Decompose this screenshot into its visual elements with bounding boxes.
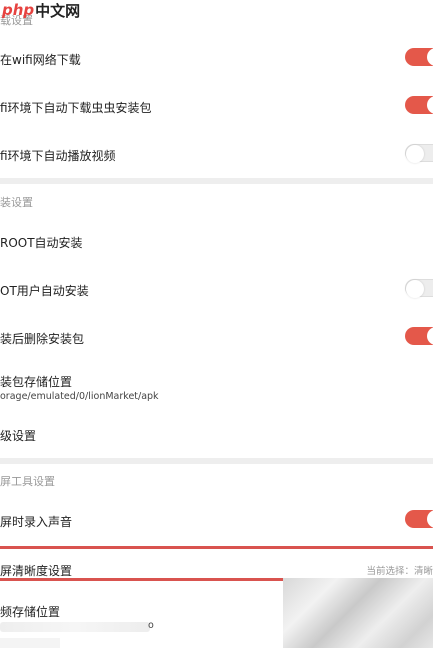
- toggle-knob: [427, 510, 433, 528]
- section-divider: [0, 458, 433, 464]
- setting-clarity-label[interactable]: 屏清晰度设置: [0, 562, 72, 579]
- wifi-only-download-toggle[interactable]: [405, 48, 433, 66]
- site-watermark-logo: php 中文网: [2, 0, 80, 20]
- record-audio-toggle[interactable]: [405, 510, 433, 528]
- blurred-text: [0, 638, 60, 648]
- delete-after-install-toggle[interactable]: [405, 327, 433, 345]
- accent-divider-top: [0, 546, 433, 549]
- setting-video-storage-label[interactable]: 频存储位置: [0, 603, 60, 620]
- toggle-knob: [427, 96, 433, 114]
- clarity-current-value: 当前选择：清晰: [366, 566, 433, 577]
- section-header-install: 装设置: [0, 196, 33, 209]
- auto-play-video-toggle[interactable]: [405, 144, 433, 163]
- setting-auto-play-video-label: fi环境下自动播放视频: [0, 149, 116, 163]
- setting-record-audio-label: 屏时录入声音: [0, 515, 73, 529]
- setting-advanced-label[interactable]: 级设置: [0, 427, 36, 444]
- section-divider: [0, 178, 433, 184]
- toggle-knob: [406, 280, 424, 298]
- toggle-knob: [427, 48, 433, 66]
- video-storage-path-blurred: [0, 622, 150, 632]
- blurred-overlay-image: [283, 578, 433, 648]
- setting-wifi-only-download-label: 在wifi网络下载: [0, 53, 81, 67]
- storage-location-path: orage/emulated/0/lionMarket/apk: [0, 391, 159, 402]
- toggle-knob: [406, 145, 424, 163]
- watermark-brand-cn: 中文网: [35, 1, 81, 20]
- setting-root-auto-install-label: ROOT自动安装: [0, 236, 83, 250]
- setting-delete-after-install-label: 装后删除安装包: [0, 332, 85, 346]
- setting-non-root-auto-install-label: OT用户自动安装: [0, 284, 89, 298]
- non-root-auto-install-toggle[interactable]: [405, 279, 433, 298]
- auto-download-package-toggle[interactable]: [405, 96, 433, 114]
- video-storage-path-suffix: o: [148, 620, 154, 631]
- setting-storage-location-label[interactable]: 装包存储位置: [0, 373, 72, 390]
- watermark-brand-latin: php: [2, 1, 35, 19]
- toggle-knob: [427, 327, 433, 345]
- setting-auto-download-package-label: fi环境下自动下载虫虫安装包: [0, 101, 152, 115]
- section-header-recorder: 屏工具设置: [0, 475, 55, 488]
